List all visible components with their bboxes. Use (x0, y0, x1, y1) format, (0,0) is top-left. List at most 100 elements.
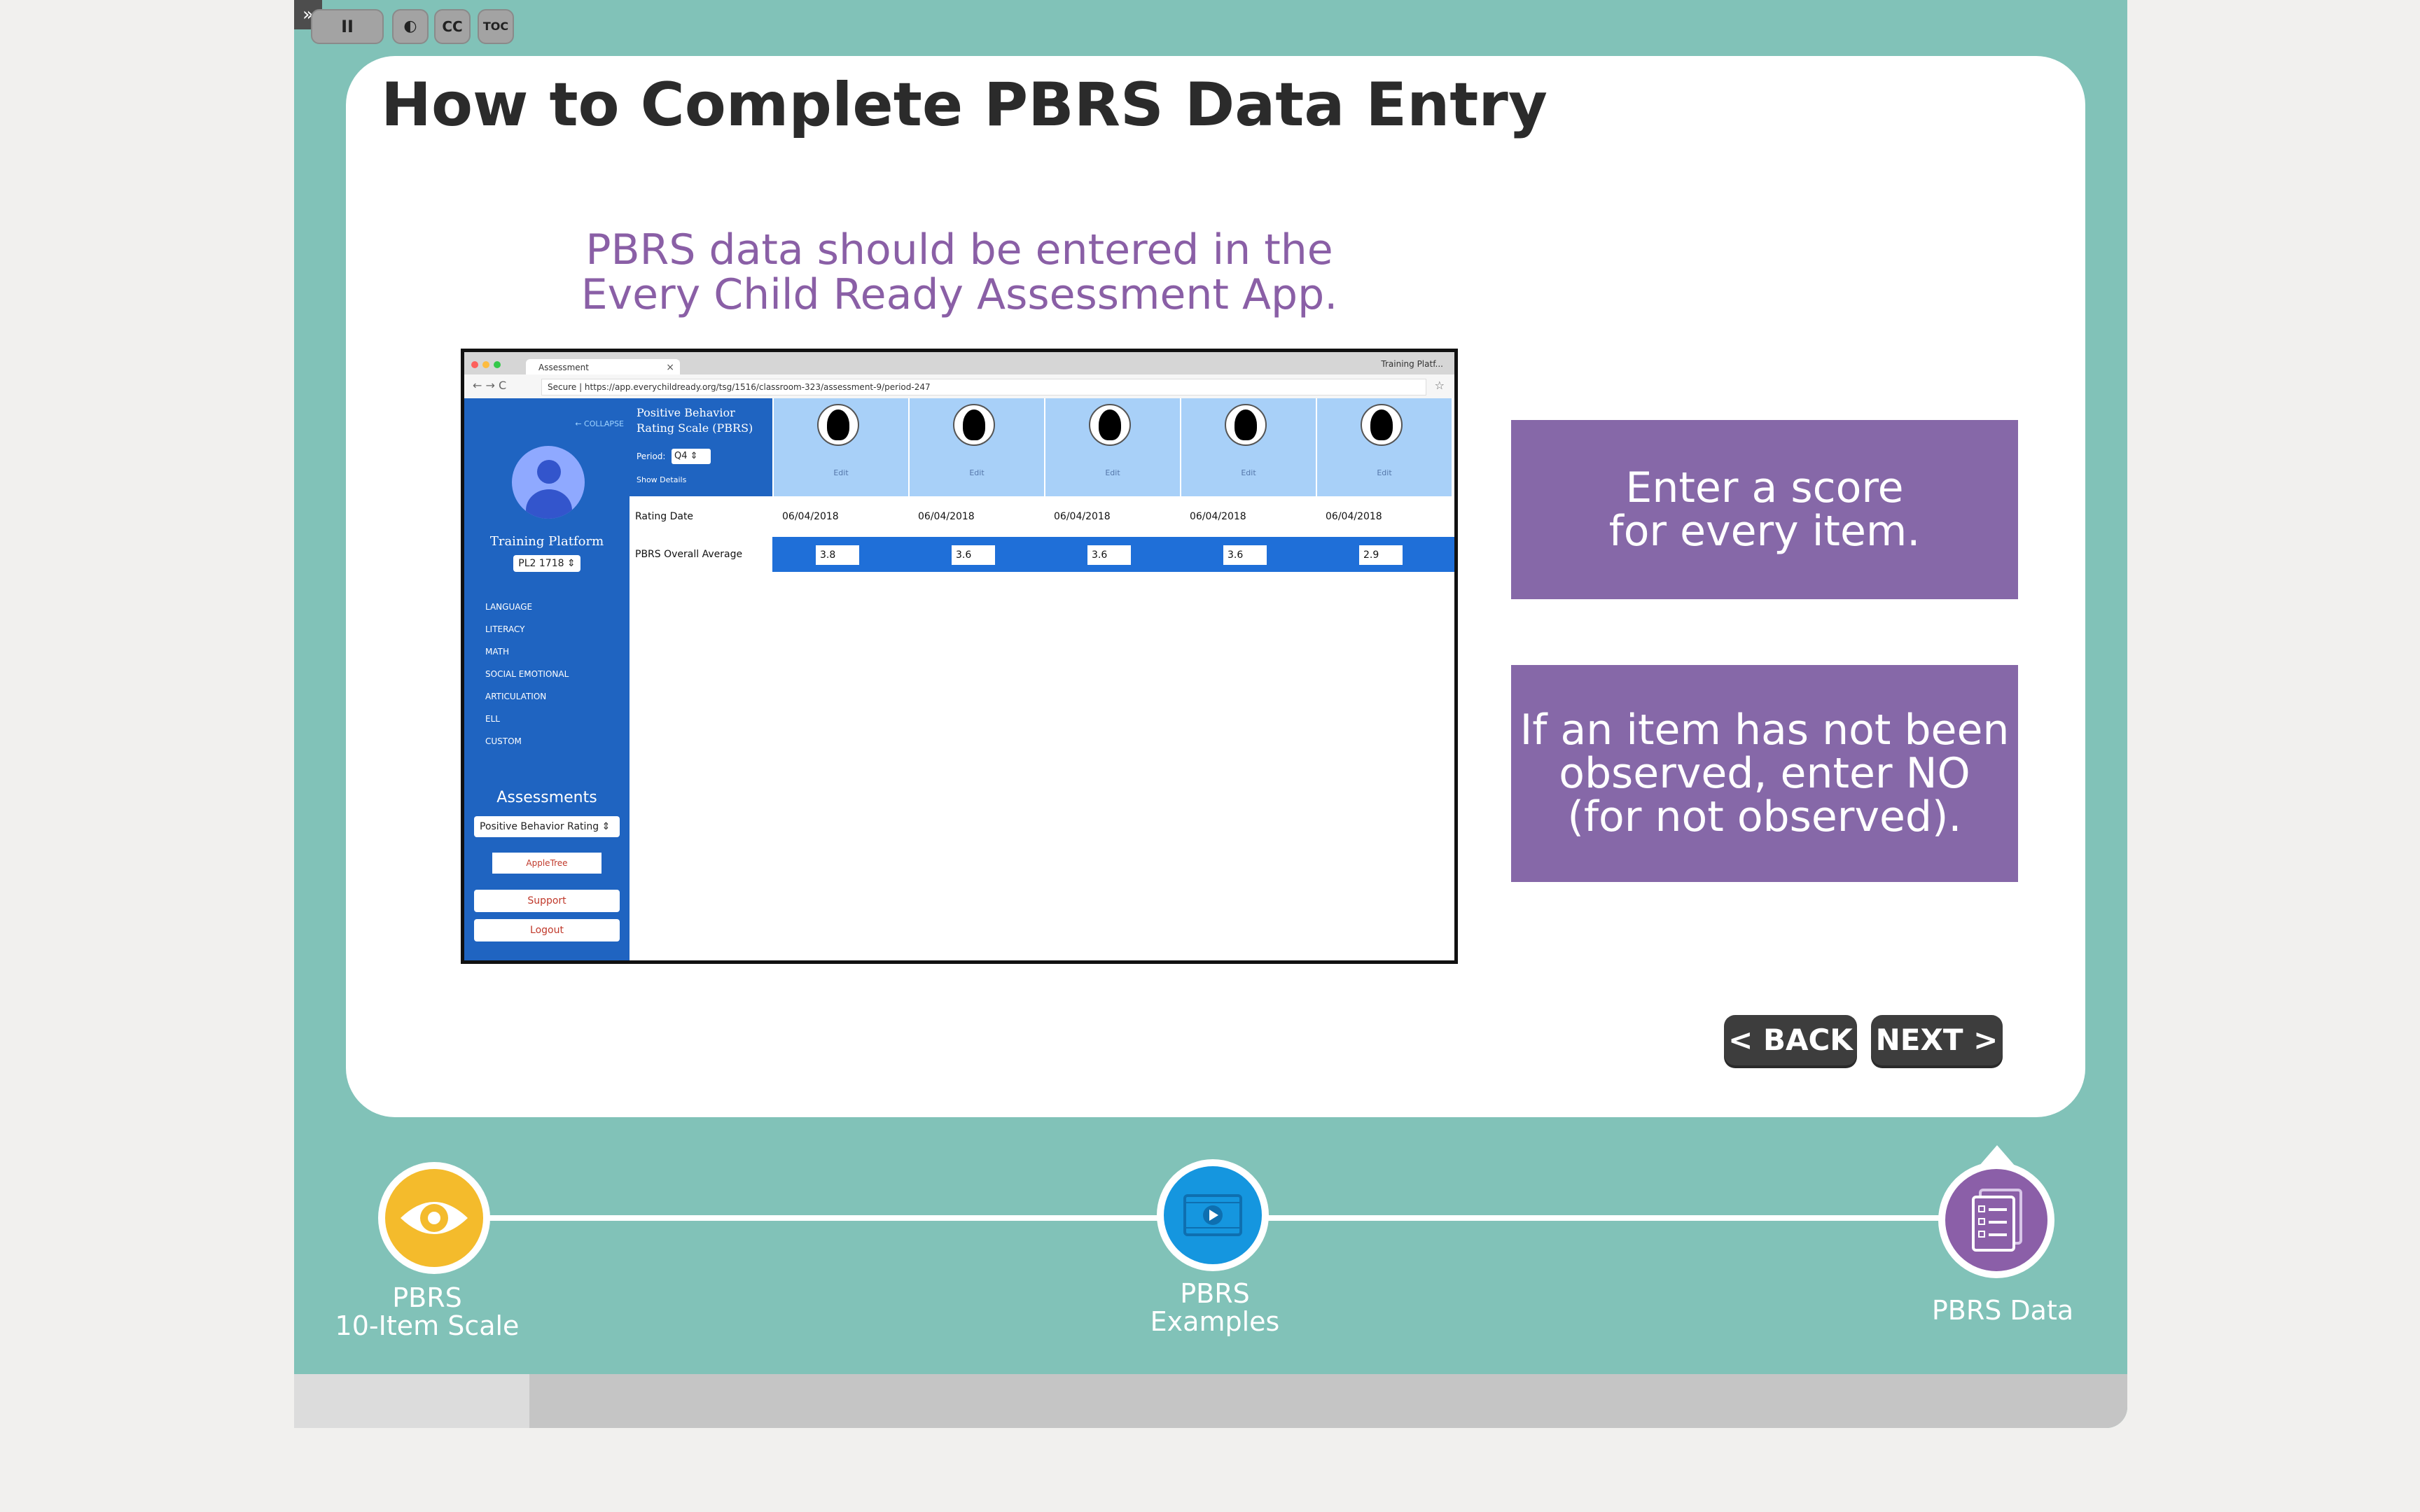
rating-date-cell: 06/04/2018 (782, 511, 839, 522)
callout-enter-score: Enter a score for every item. (1511, 420, 2018, 599)
timeline-label-line: 10-Item Scale (335, 1310, 520, 1341)
volume-icon[interactable]: ◐ (392, 9, 429, 44)
rating-date-cell: 06/04/2018 (1190, 511, 1246, 522)
rating-date-cell: 06/04/2018 (1054, 511, 1111, 522)
score-box: 2.9 (1359, 545, 1403, 565)
timeline-node-scale[interactable] (378, 1162, 490, 1274)
score-box: 3.6 (952, 545, 995, 565)
scale-title: Positive Behavior Rating Scale (PBRS) (637, 406, 753, 435)
avatar-head (537, 460, 561, 484)
subtitle-line: Every Child Ready Assessment App. (580, 270, 1338, 319)
browser-tab: Assessment × (526, 359, 680, 376)
student-column: Edit (1316, 398, 1452, 496)
edit-link: Edit (833, 468, 849, 477)
student-column: Edit (1180, 398, 1316, 496)
window-close-dot (471, 361, 478, 368)
student-photo-icon (953, 404, 995, 446)
score-box: 3.8 (816, 545, 859, 565)
student-column: Edit (1044, 398, 1180, 496)
url-field: Secure | https://app.everychildready.org… (541, 379, 1426, 396)
student-photo-icon (1361, 404, 1403, 446)
callout-line: observed, enter NO (1559, 749, 1970, 798)
subject-item: ELL (485, 714, 500, 724)
timeline-label-line: Examples (1150, 1306, 1280, 1337)
subject-item: ARTICULATION (485, 692, 547, 701)
rating-date-label: Rating Date (635, 511, 694, 522)
score-box: 3.6 (1087, 545, 1131, 565)
slide-subtitle: PBRS data should be entered in the Every… (504, 227, 1414, 317)
rating-date-cell: 06/04/2018 (1326, 511, 1382, 522)
window-minimize-dot (482, 361, 489, 368)
overall-average-row: PBRS Overall Average 3.8 3.6 3.6 3.6 2.9 (630, 537, 1454, 572)
student-photo-icon (1089, 404, 1131, 446)
timeline-label-line: PBRS (392, 1282, 462, 1313)
platform-name: Training Platform (489, 534, 604, 549)
subject-list: LANGUAGE LITERACY MATH SOCIAL EMOTIONAL … (485, 596, 569, 752)
subject-item: SOCIAL EMOTIONAL (485, 669, 569, 679)
subject-item: CUSTOM (485, 736, 522, 746)
address-bar: ← → C Secure | https://app.everychildrea… (464, 374, 1454, 399)
timeline-node-examples[interactable] (1157, 1159, 1269, 1271)
logout-button: Logout (474, 919, 620, 941)
checklist-icon (1972, 1189, 2022, 1252)
score-grid: Positive Behavior Rating Scale (PBRS) Pe… (630, 398, 1454, 960)
rating-date-cell: 06/04/2018 (918, 511, 975, 522)
period-select: Q4 ⇕ (672, 449, 711, 464)
next-button[interactable]: NEXT > (1871, 1015, 2003, 1065)
grid-header: Positive Behavior Rating Scale (PBRS) Pe… (630, 398, 772, 496)
browser-tab-strip: Assessment × Training Platf... (464, 352, 1454, 376)
show-details-link: Show Details (637, 475, 687, 484)
period-label: Period: (637, 451, 666, 461)
callout-line: Enter a score (1625, 463, 1904, 512)
student-column: Edit (908, 398, 1044, 496)
captions-button[interactable]: CC (434, 9, 471, 44)
edit-link: Edit (969, 468, 985, 477)
avatar-body (526, 489, 572, 519)
slide-title: How to Complete PBRS Data Entry (381, 70, 1548, 140)
star-icon: ☆ (1434, 379, 1445, 392)
subject-item: LITERACY (485, 624, 525, 634)
eye-icon (401, 1202, 468, 1234)
subject-item: MATH (485, 647, 509, 657)
video-icon (1183, 1194, 1242, 1236)
app-sidebar: ← COLLAPSE Training Platform PL2 1718 ⇕ … (464, 398, 630, 960)
platform-select: PL2 1718 ⇕ (513, 555, 580, 572)
edit-link: Edit (1241, 468, 1256, 477)
edit-link: Edit (1377, 468, 1392, 477)
average-label-cell: PBRS Overall Average (630, 537, 772, 572)
pause-button[interactable]: II (311, 9, 384, 44)
subject-item: LANGUAGE (485, 602, 533, 612)
edit-link: Edit (1105, 468, 1120, 477)
toc-button[interactable]: TOC (478, 9, 514, 44)
timeline-label-line: PBRS (1180, 1278, 1250, 1309)
browser-tab-label: Assessment (538, 363, 589, 372)
profile-label: Training Platf... (1381, 359, 1443, 369)
student-photo-icon (1225, 404, 1267, 446)
timeline-label-examples: PBRS Examples (1113, 1280, 1316, 1336)
callout-line: If an item has not been (1520, 706, 2010, 755)
timeline-label-data: PBRS Data (1931, 1295, 2074, 1326)
callout-line: (for not observed). (1567, 792, 1962, 841)
student-photo-icon (817, 404, 859, 446)
student-column: Edit (772, 398, 908, 496)
callout-line: for every item. (1608, 507, 1921, 556)
assessment-select: Positive Behavior Rating ⇕ (474, 816, 620, 837)
player-controls (294, 1374, 529, 1428)
rating-date-row: Rating Date 06/04/2018 06/04/2018 06/04/… (630, 496, 1454, 538)
close-icon: × (666, 362, 674, 373)
assessments-heading: Assessments (496, 789, 597, 806)
average-label: PBRS Overall Average (635, 549, 743, 560)
window-zoom-dot (494, 361, 501, 368)
avatar-icon (512, 446, 585, 519)
player-bar (294, 1374, 2127, 1428)
brand-logo: AppleTree (492, 853, 601, 874)
back-button[interactable]: < BACK (1724, 1015, 1857, 1065)
navigation-icons: ← → C (473, 379, 507, 392)
callout-not-observed: If an item has not been observed, enter … (1511, 665, 2018, 882)
support-button: Support (474, 890, 620, 912)
score-box: 3.6 (1223, 545, 1267, 565)
app-screenshot: Assessment × Training Platf... ← → C Sec… (461, 349, 1458, 964)
collapse-link: ← COLLAPSE (575, 419, 624, 428)
timeline-label-scale: PBRS 10-Item Scale (308, 1284, 546, 1340)
timeline-node-data[interactable] (1938, 1162, 2054, 1278)
